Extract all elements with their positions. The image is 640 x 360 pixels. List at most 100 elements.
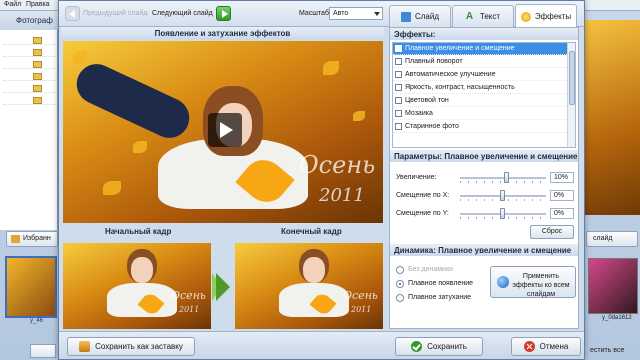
effect-label: Плавный поворот: [405, 58, 463, 65]
zoom-value-field[interactable]: 10%: [550, 172, 574, 183]
background-slide-button-label: слайд: [593, 235, 613, 242]
offset-y-slider-handle[interactable]: [500, 208, 505, 219]
leaf-decoration: [73, 51, 87, 63]
zoom-slider-track[interactable]: [460, 177, 546, 179]
offset-y-value-field[interactable]: 0%: [550, 208, 574, 219]
effect-checkbox[interactable]: [395, 71, 402, 78]
effect-checkbox[interactable]: [395, 58, 402, 65]
effect-checkbox[interactable]: [395, 84, 402, 91]
radio-label: Плавное появление: [408, 280, 474, 287]
slide-preview[interactable]: Осень 2011: [63, 41, 383, 223]
radio-button[interactable]: [396, 279, 404, 288]
effect-item[interactable]: Автоматическое улучшение: [393, 69, 567, 81]
folder-icon: [33, 61, 42, 68]
radio-fade-in[interactable]: Плавное появление: [396, 278, 473, 289]
effect-item[interactable]: Яркость, контраст, насыщенность: [393, 82, 567, 94]
offset-x-value-field[interactable]: 0%: [550, 190, 574, 201]
slider-ticks: [460, 181, 546, 183]
menu-file[interactable]: Файл: [4, 1, 21, 8]
tree-row[interactable]: [3, 48, 55, 57]
save-button[interactable]: Сохранить: [395, 337, 483, 356]
tree-row[interactable]: [3, 96, 55, 105]
tab-effects-label: Эффекты: [534, 12, 572, 21]
tree-row[interactable]: [3, 72, 55, 81]
tab-text-label: Текст: [479, 12, 501, 21]
menu-edit[interactable]: Правка: [26, 1, 50, 8]
zoom-label: Увеличение:: [396, 174, 437, 181]
tab-effects[interactable]: Эффекты: [515, 4, 577, 28]
background-slide-button[interactable]: слайд: [586, 231, 638, 247]
screensaver-icon: [79, 341, 91, 352]
radio-button[interactable]: [396, 293, 404, 302]
reset-button[interactable]: Сброс: [530, 225, 574, 239]
effect-checkbox[interactable]: [395, 123, 402, 130]
tree-row[interactable]: [3, 84, 55, 93]
play-icon[interactable]: [208, 113, 242, 147]
radio-label: Плавное затухание: [408, 294, 472, 301]
radio-no-dynamics[interactable]: Без динамики: [396, 264, 453, 275]
offset-y-label: Смещение по Y:: [396, 210, 449, 217]
scale-select[interactable]: Авто: [329, 7, 383, 20]
apply-to-all-label: Применить эффекты ко всем слайдам: [512, 273, 570, 298]
effect-checkbox[interactable]: [395, 110, 402, 117]
radio-fade-out[interactable]: Плавное затухание: [396, 292, 471, 303]
effect-item[interactable]: Мозаика: [393, 108, 567, 120]
effect-checkbox[interactable]: [395, 45, 402, 52]
prev-slide-label: Предыдущий слайд: [83, 10, 148, 17]
favorites-button[interactable]: Избранн: [6, 231, 58, 247]
offset-x-slider-handle[interactable]: [500, 190, 505, 201]
close-icon: [523, 341, 535, 352]
radio-button[interactable]: [396, 265, 404, 274]
prev-slide-button[interactable]: Предыдущий слайд: [65, 5, 147, 22]
tab-text[interactable]: A Текст: [452, 5, 514, 27]
effects-list[interactable]: Плавное увеличение и смещение Плавный по…: [392, 42, 576, 148]
photo-person-legs: [70, 57, 196, 145]
place-all-button[interactable]: естить все: [580, 344, 640, 358]
photo-thumbnail-label: у_0da1612: [602, 315, 632, 321]
selected-slide-thumbnail[interactable]: [5, 256, 57, 318]
effect-item[interactable]: Старинное фото: [393, 121, 567, 133]
apply-to-all-button[interactable]: Применить эффекты ко всем слайдам: [490, 266, 576, 298]
offset-x-parameter: Смещение по X: 0%: [396, 190, 576, 202]
effect-label: Старинное фото: [405, 123, 459, 130]
monitor-button[interactable]: [30, 344, 56, 358]
start-frame-label: Начальный кадр: [105, 227, 172, 236]
leaf-decoration: [133, 141, 147, 153]
tab-slide-label: Слайд: [414, 12, 440, 21]
effect-item[interactable]: Цветовой тон: [393, 95, 567, 107]
cancel-button[interactable]: Отмена: [511, 337, 581, 356]
background-title: Фотограф: [16, 16, 53, 25]
save-as-screensaver-button[interactable]: Сохранить как заставку: [67, 337, 195, 356]
effects-scrollbar[interactable]: [567, 43, 575, 147]
end-frame-label: Конечный кадр: [281, 227, 342, 236]
tab-strip: Слайд A Текст Эффекты: [389, 3, 579, 28]
background-photo-preview: [585, 20, 640, 215]
save-as-screensaver-label: Сохранить как заставку: [95, 342, 183, 351]
photo-thumbnail[interactable]: [588, 258, 638, 314]
end-frame[interactable]: Осень 2011: [235, 243, 383, 329]
effect-checkbox[interactable]: [395, 97, 402, 104]
frame-watermark-title: Осень: [171, 289, 206, 302]
effects-panel: Эффекты: Плавное увеличение и смещение П…: [389, 27, 579, 329]
globe-icon: [497, 276, 509, 288]
frame-watermark-year: 2011: [351, 305, 372, 314]
effect-item[interactable]: Плавный поворот: [393, 56, 567, 68]
start-frame[interactable]: Осень 2011: [63, 243, 211, 329]
tree-row[interactable]: [3, 36, 55, 45]
tree-row[interactable]: [3, 60, 55, 69]
save-label: Сохранить: [427, 342, 467, 351]
photo-person-face: [303, 257, 325, 283]
scrollbar-thumb[interactable]: [569, 51, 575, 105]
zoom-slider-handle[interactable]: [504, 172, 510, 183]
arrow-right-icon: [216, 273, 230, 301]
effects-dialog: Предыдущий слайд Следующий слайд Масштаб…: [58, 0, 585, 360]
parameters-section-title: Параметры: Плавное увеличение и смещение: [390, 150, 578, 162]
place-all-label: естить все: [590, 347, 625, 354]
favorites-icon: [11, 235, 20, 243]
tab-slide[interactable]: Слайд: [389, 5, 451, 27]
effect-item[interactable]: Плавное увеличение и смещение: [393, 43, 567, 55]
effect-label: Плавное увеличение и смещение: [405, 45, 515, 52]
folder-tree[interactable]: [0, 30, 58, 230]
arrow-right-icon: [215, 6, 231, 21]
next-slide-button[interactable]: Следующий слайд: [152, 5, 231, 22]
